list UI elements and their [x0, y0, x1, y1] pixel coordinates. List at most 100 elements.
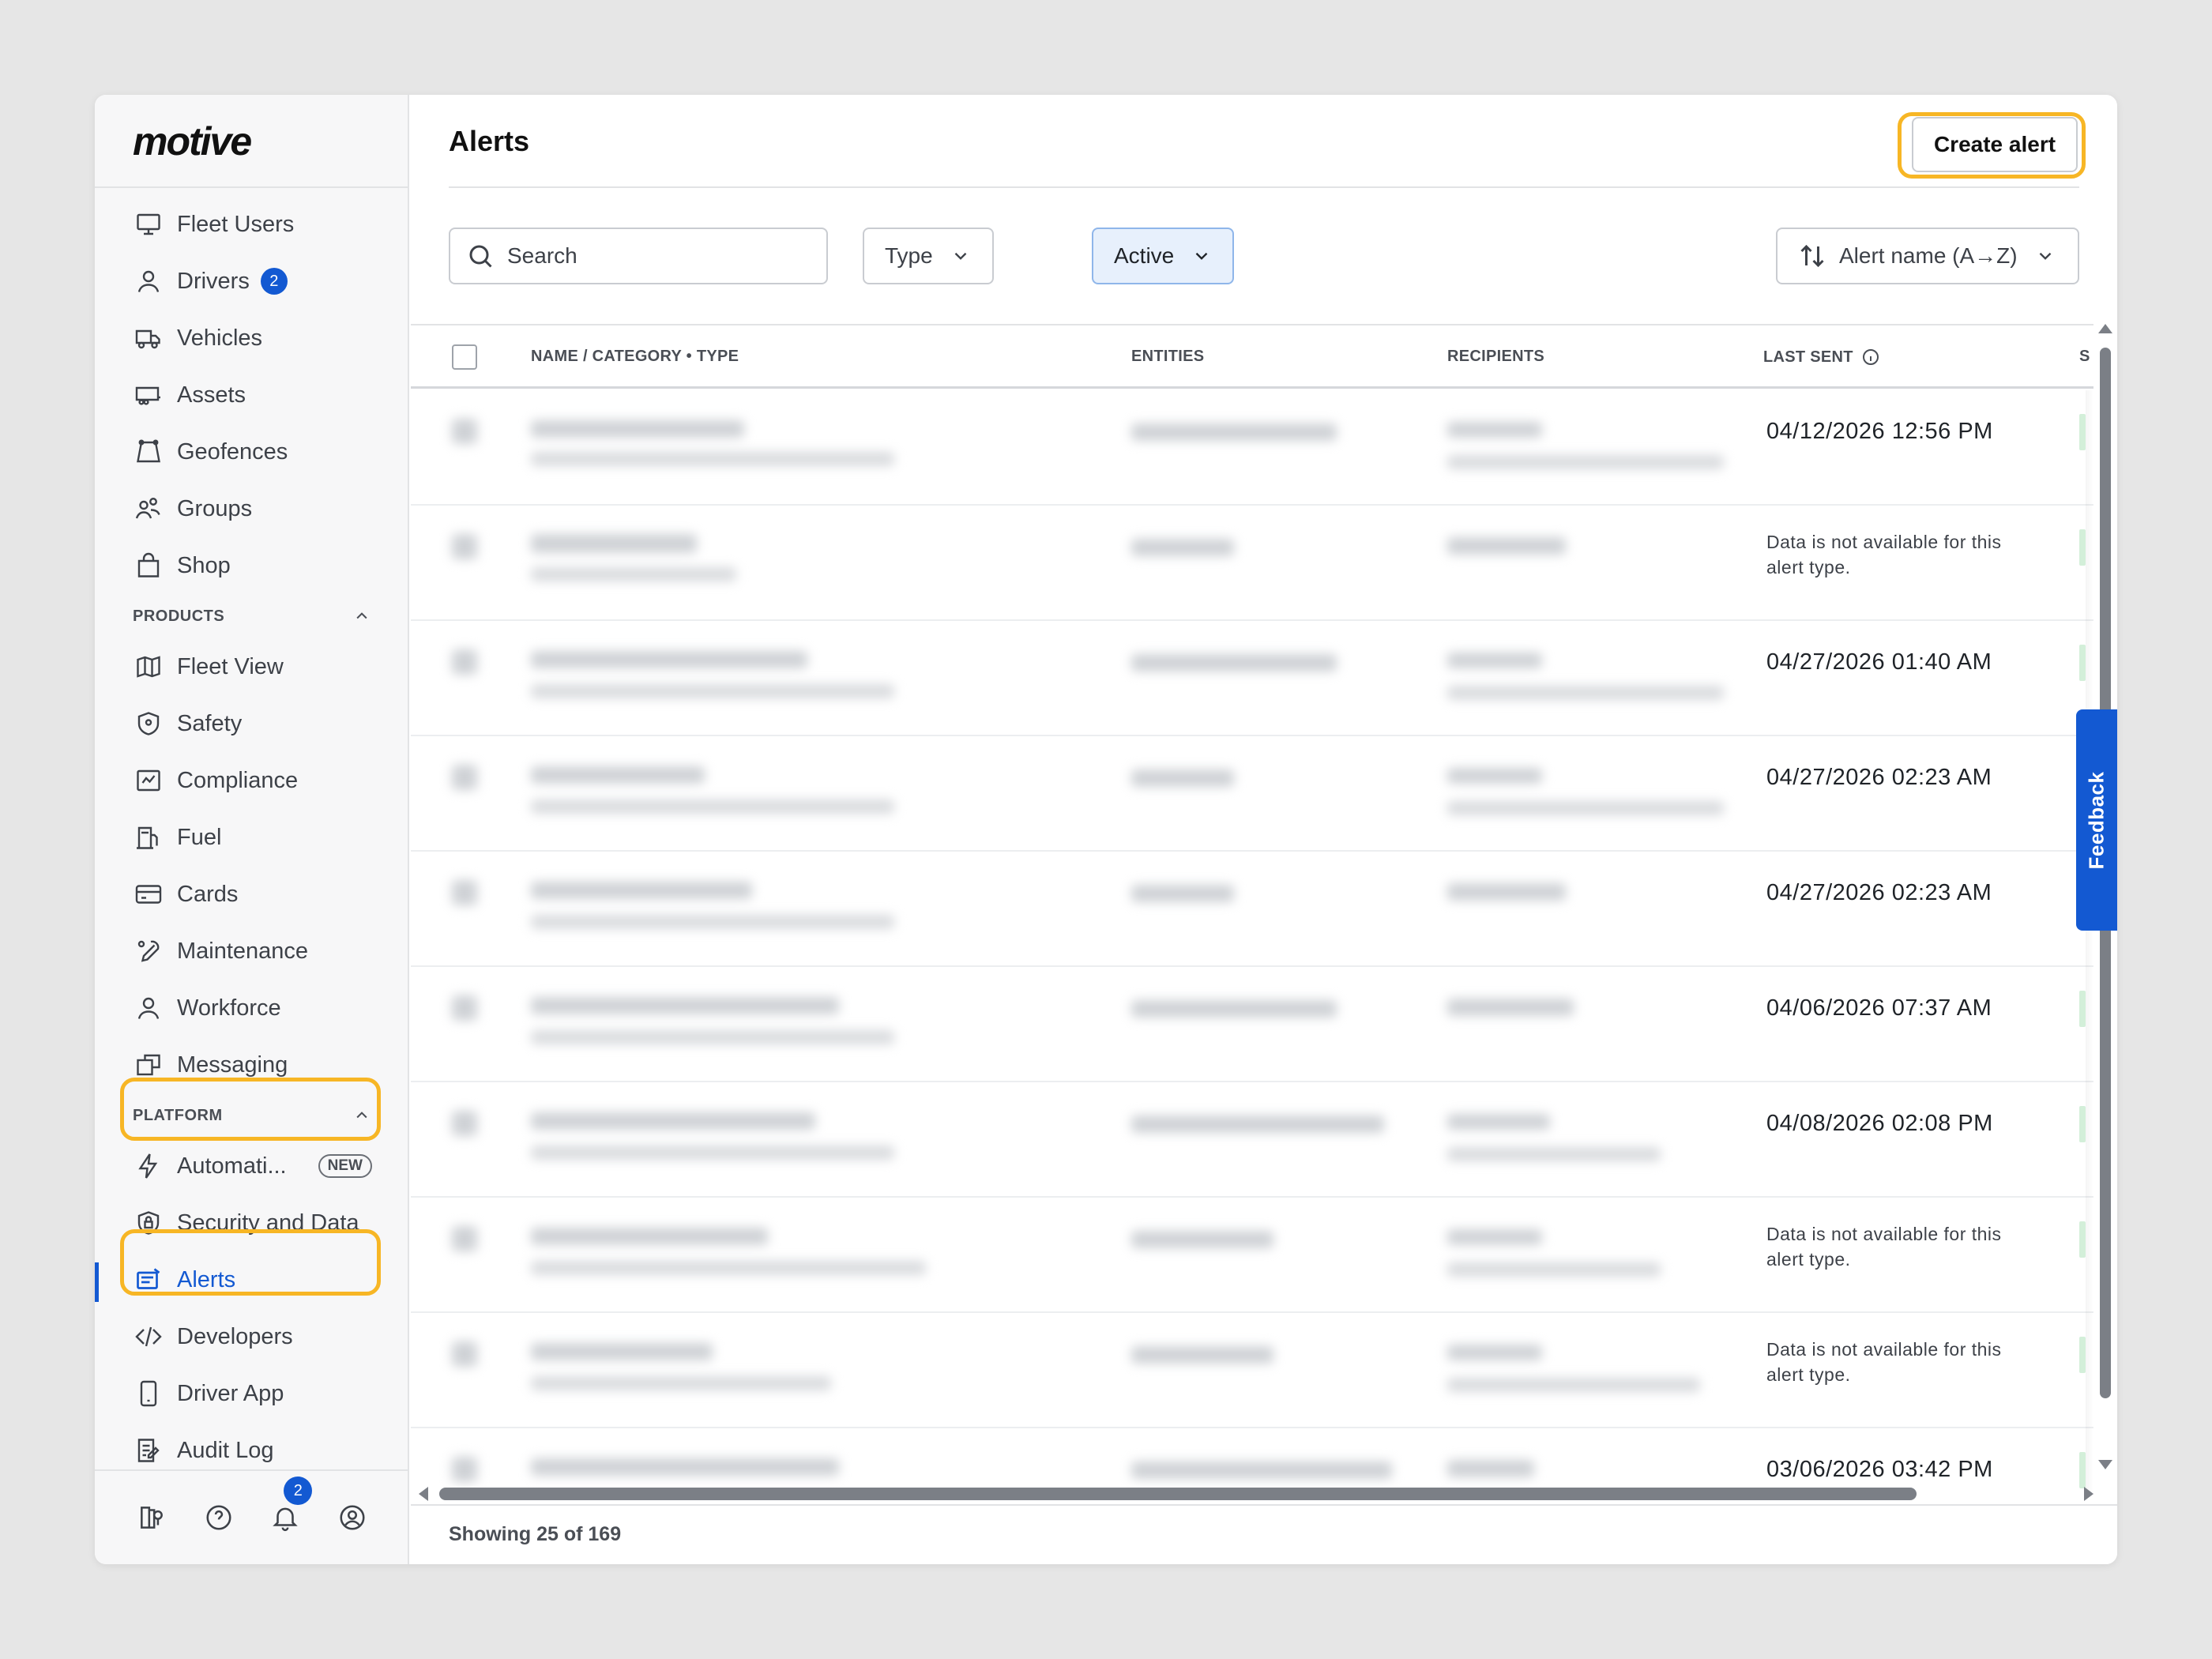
redacted-alert-name [531, 997, 839, 1014]
sidebar-item-alerts[interactable]: Alerts [95, 1251, 409, 1308]
status-filter-dropdown[interactable]: Active [1092, 228, 1235, 284]
column-header-entities[interactable]: ENTITIES [1131, 348, 1204, 366]
sidebar-item-driver-app[interactable]: Driver App [95, 1365, 409, 1422]
redacted-entities [1131, 423, 1337, 441]
row-checkbox[interactable] [452, 649, 477, 675]
sidebar-item-label: Driver App [177, 1380, 284, 1406]
status-indicator [2079, 991, 2086, 1027]
table-row[interactable]: 04/08/2026 02:08 PM ··· [411, 1082, 2094, 1198]
redacted-category [531, 915, 894, 929]
sidebar-item-security-and-data[interactable]: Security and Data [95, 1194, 409, 1251]
feedback-label: Feedback [2084, 771, 2109, 869]
column-header-status[interactable]: S [2079, 348, 2090, 366]
redacted-entities [1131, 885, 1234, 902]
sidebar-item-label: Vehicles [177, 325, 263, 351]
select-all-checkbox[interactable] [452, 344, 477, 370]
horizontal-scroll-thumb[interactable] [439, 1488, 1917, 1500]
redacted-entities [1131, 1231, 1273, 1248]
row-checkbox[interactable] [452, 1457, 477, 1482]
row-checkbox[interactable] [452, 534, 477, 559]
account-avatar-icon[interactable] [335, 1500, 370, 1535]
sidebar-item-fuel[interactable]: Fuel [95, 809, 409, 866]
sidebar-item-automations[interactable]: Automati... NEW [95, 1138, 409, 1194]
wrench-icon [133, 935, 164, 967]
sidebar-item-label: Shop [177, 552, 231, 578]
row-checkbox[interactable] [452, 765, 477, 790]
last-sent-value: Data is not available for this alert typ… [1766, 532, 2002, 577]
scroll-right-arrow-icon[interactable] [2084, 1487, 2094, 1501]
table-row[interactable]: Data is not available for this alert typ… [411, 506, 2094, 621]
row-checkbox[interactable] [452, 995, 477, 1021]
sidebar-item-geofences[interactable]: Geofences [95, 423, 409, 480]
sort-dropdown[interactable]: Alert name (A→Z) [1776, 228, 2079, 284]
help-center-icon[interactable] [134, 1500, 169, 1535]
table-row[interactable]: 04/27/2026 02:23 AM ··· [411, 852, 2094, 967]
feedback-tab[interactable]: Feedback [2076, 709, 2117, 931]
sidebar-item-shop[interactable]: Shop [95, 537, 409, 594]
redacted-category [531, 452, 894, 466]
scroll-left-arrow-icon[interactable] [419, 1487, 428, 1501]
sidebar-item-groups[interactable]: Groups [95, 480, 409, 537]
status-indicator [2079, 1106, 2086, 1142]
table-row[interactable]: 04/27/2026 01:40 AM ··· [411, 621, 2094, 736]
info-icon[interactable] [1861, 348, 1880, 367]
column-header-name[interactable]: NAME / CATEGORY • TYPE [531, 348, 739, 366]
sidebar-item-developers[interactable]: Developers [95, 1308, 409, 1365]
redacted-alert-name [531, 766, 705, 784]
platform-section-header[interactable]: PLATFORM [95, 1093, 409, 1138]
sidebar-item-messaging[interactable]: Messaging [95, 1036, 409, 1093]
products-section-header[interactable]: PRODUCTS [95, 594, 409, 638]
redacted-category [531, 1261, 926, 1275]
column-header-recipients[interactable]: RECIPIENTS [1447, 348, 1544, 366]
last-sent-value: Data is not available for this alert typ… [1766, 1224, 2002, 1270]
table-row[interactable]: 04/12/2026 12:56 PM ··· [411, 390, 2094, 506]
last-sent-value: 04/27/2026 02:23 AM [1766, 880, 1992, 905]
row-checkbox[interactable] [452, 1111, 477, 1136]
redacted-recipients [1447, 1229, 1542, 1245]
sidebar-item-vehicles[interactable]: Vehicles [95, 310, 409, 367]
sidebar-item-assets[interactable]: Assets [95, 367, 409, 423]
redacted-entities [1131, 539, 1234, 556]
sidebar-item-safety[interactable]: Safety [95, 695, 409, 752]
table-row[interactable]: Data is not available for this alert typ… [411, 1198, 2094, 1313]
table-row[interactable]: 04/27/2026 02:23 AM ··· [411, 736, 2094, 852]
redacted-category [531, 799, 894, 814]
motive-logo[interactable]: motive [133, 118, 252, 164]
sidebar-item-label: Drivers [177, 268, 250, 294]
row-checkbox[interactable] [452, 880, 477, 905]
notifications-bell-icon[interactable]: 2 [268, 1477, 313, 1535]
scroll-down-arrow-icon[interactable] [2098, 1460, 2112, 1469]
sidebar-item-workforce[interactable]: Workforce [95, 980, 409, 1036]
horizontal-scrollbar[interactable] [419, 1485, 2094, 1503]
sidebar-item-fleet-view[interactable]: Fleet View [95, 638, 409, 695]
chevron-down-icon [954, 252, 967, 260]
sidebar-item-cards[interactable]: Cards [95, 866, 409, 923]
sidebar-item-compliance[interactable]: Compliance [95, 752, 409, 809]
row-checkbox[interactable] [452, 419, 477, 444]
sidebar-item-fleet-users[interactable]: Fleet Users [95, 196, 409, 253]
search-input[interactable] [507, 243, 807, 269]
redacted-recipients [1447, 1460, 1534, 1477]
sidebar-item-maintenance[interactable]: Maintenance [95, 923, 409, 980]
chevron-up-icon [356, 612, 367, 619]
type-filter-dropdown[interactable]: Type [863, 228, 994, 284]
column-header-last-sent[interactable]: LAST SENT [1763, 348, 1880, 367]
app-window: motive Fleet Users Drivers 2 Vehicles As… [95, 95, 2117, 1564]
search-box[interactable] [449, 228, 828, 284]
table-row[interactable]: Data is not available for this alert typ… [411, 1313, 2094, 1428]
sidebar-item-drivers[interactable]: Drivers 2 [95, 253, 409, 310]
table-row[interactable]: 04/06/2026 07:37 AM ··· [411, 967, 2094, 1082]
sidebar-item-label: Developers [177, 1323, 293, 1349]
row-checkbox[interactable] [452, 1226, 477, 1251]
create-alert-button[interactable]: Create alert [1912, 117, 2078, 172]
redacted-recipient-email [1447, 1262, 1661, 1277]
table-row[interactable]: 03/06/2026 03:42 PM ··· [411, 1428, 2094, 1492]
truck-icon [133, 322, 164, 354]
chevron-up-icon [356, 1112, 367, 1119]
scroll-up-arrow-icon[interactable] [2098, 324, 2112, 333]
help-icon[interactable] [201, 1500, 236, 1535]
row-checkbox[interactable] [452, 1341, 477, 1367]
map-icon [133, 651, 164, 683]
redacted-recipient-email [1447, 801, 1724, 815]
monitor-icon [133, 209, 164, 240]
